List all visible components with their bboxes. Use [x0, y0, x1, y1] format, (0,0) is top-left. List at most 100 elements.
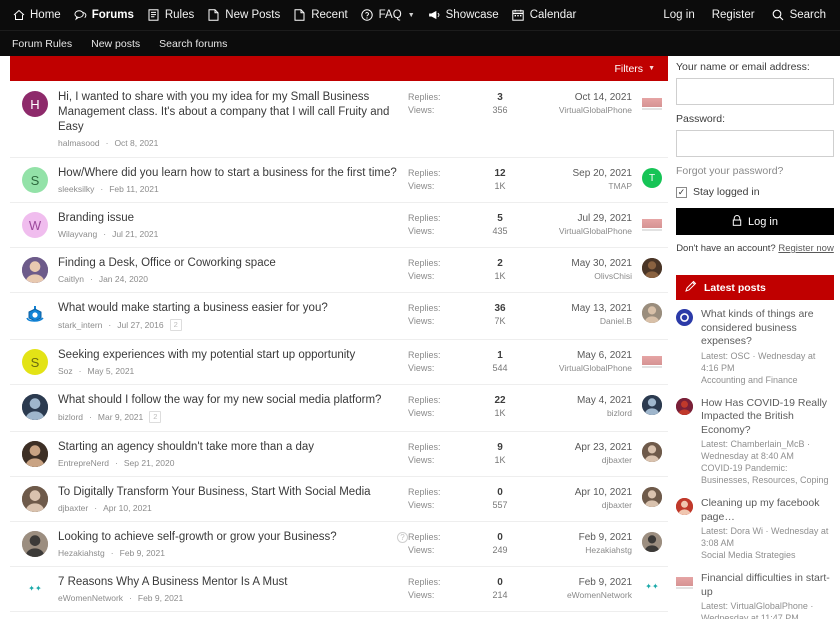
thread-author[interactable]: Soz — [58, 366, 73, 376]
thread-title[interactable]: Hi, I wanted to share with you my idea f… — [58, 90, 402, 135]
last-post-user[interactable]: djbaxter — [520, 454, 632, 466]
list-item[interactable]: How Has COVID-19 Really Impacted the Bri… — [676, 397, 834, 487]
nav-register-button[interactable]: Register — [712, 9, 755, 21]
thread-author[interactable]: stark_intern — [58, 320, 102, 330]
thread-title[interactable]: Finding a Desk, Office or Coworking spac… — [58, 256, 402, 271]
thread-title[interactable]: What should I follow the way for my new … — [58, 393, 402, 408]
last-post-user[interactable]: djbaxter — [520, 499, 632, 511]
last-post-user[interactable]: VirtualGlobalPhone — [520, 362, 632, 374]
login-button[interactable]: Log in — [676, 208, 834, 235]
last-post-user[interactable]: OlivsChisi — [520, 270, 632, 282]
nav-item-recent[interactable]: Recent — [293, 9, 348, 22]
thread-title[interactable]: What would make starting a business easi… — [58, 301, 402, 316]
nav-item-faq[interactable]: FAQ ▼ — [361, 9, 415, 22]
thread-author[interactable]: eWomenNetwork — [58, 593, 123, 603]
last-poster-avatar[interactable] — [642, 395, 662, 415]
thread-author-avatar[interactable] — [22, 302, 48, 328]
subnav-item-new-posts[interactable]: New posts — [91, 38, 140, 50]
table-row[interactable]: Finding a Desk, Office or Coworking spac… — [10, 248, 668, 293]
latest-post-avatar[interactable] — [676, 397, 693, 415]
thread-author-avatar[interactable] — [22, 486, 48, 512]
nav-log-in-button[interactable]: Log in — [663, 9, 694, 21]
table-row[interactable]: Looking to achieve self-growth or grow y… — [10, 522, 668, 567]
stay-logged-in-checkbox[interactable]: ✓ — [676, 186, 687, 198]
last-poster-avatar[interactable] — [642, 350, 662, 370]
last-post-date[interactable]: Jul 29, 2021 — [520, 212, 633, 225]
last-post-date[interactable]: Apr 10, 2021 — [520, 486, 632, 499]
thread-author-avatar[interactable]: S — [22, 349, 48, 375]
last-poster-avatar[interactable] — [642, 487, 662, 507]
last-post-user[interactable]: Daniel.B — [520, 315, 632, 327]
table-row[interactable]: Starting an agency shouldn't take more t… — [10, 432, 668, 477]
thread-author[interactable]: EntrepreNerd — [58, 458, 109, 468]
list-item[interactable]: Financial difficulties in start-up Latest… — [676, 572, 834, 619]
username-input[interactable] — [676, 78, 834, 105]
thread-title[interactable]: How/Where did you learn how to start a b… — [58, 166, 402, 181]
last-post-user[interactable]: TMAP — [520, 180, 632, 192]
register-now-link[interactable]: Register now — [778, 243, 833, 254]
nav-item-showcase[interactable]: Showcase — [428, 9, 499, 22]
table-row[interactable]: H Hi, I wanted to share with you my idea … — [10, 81, 668, 158]
last-post-user[interactable]: Hezakiahstg — [520, 544, 632, 556]
page-badge[interactable]: 2 — [149, 411, 162, 423]
last-post-user[interactable]: VirtualGlobalPhone — [520, 225, 632, 237]
latest-post-title[interactable]: How Has COVID-19 Really Impacted the Bri… — [701, 397, 834, 438]
nav-item-forums[interactable]: Forums — [74, 9, 134, 22]
last-post-date[interactable]: May 30, 2021 — [520, 257, 632, 270]
last-post-date[interactable]: Oct 14, 2021 — [520, 91, 632, 104]
thread-author[interactable]: Wilayvang — [58, 229, 97, 239]
nav-item-rules[interactable]: Rules — [147, 9, 194, 22]
last-post-date[interactable]: Feb 9, 2021 — [520, 576, 632, 589]
last-post-user[interactable]: eWomenNetwork — [520, 589, 632, 601]
subnav-item-search-forums[interactable]: Search forums — [159, 38, 227, 50]
last-post-user[interactable]: bizlord — [520, 407, 632, 419]
latest-post-title[interactable]: Cleaning up my facebook page… — [701, 497, 834, 524]
table-row[interactable]: W Branding issue Wilayvang · Jul 21, 2021 Rep… — [10, 203, 668, 248]
thread-author[interactable]: sleeksilky — [58, 184, 94, 194]
thread-author-avatar[interactable]: S — [22, 167, 48, 193]
latest-post-avatar[interactable] — [676, 573, 693, 590]
nav-search-button[interactable]: Search — [772, 9, 826, 22]
thread-author-avatar[interactable]: W — [22, 212, 48, 238]
thread-author[interactable]: bizlord — [58, 412, 83, 422]
thread-title[interactable]: Branding issue — [58, 211, 402, 226]
last-poster-avatar[interactable] — [642, 303, 662, 323]
latest-post-avatar[interactable] — [676, 498, 693, 515]
thread-title[interactable]: Seeking experiences with my potential st… — [58, 348, 402, 363]
thread-author-avatar[interactable] — [22, 531, 48, 557]
table-row[interactable]: Should you Involve Customers in the Star… — [10, 612, 668, 619]
table-row[interactable]: S How/Where did you learn how to start a … — [10, 158, 668, 203]
list-item[interactable]: What kinds of things are considered busi… — [676, 308, 834, 386]
last-post-date[interactable]: Apr 23, 2021 — [520, 441, 632, 454]
table-row[interactable]: S Seeking experiences with my potential s… — [10, 340, 668, 385]
page-badge[interactable]: 2 — [169, 319, 182, 331]
last-post-date[interactable]: Sep 20, 2021 — [520, 167, 633, 180]
list-item[interactable]: Cleaning up my facebook page… Latest: Dor… — [676, 497, 834, 561]
last-post-user[interactable]: VirtualGlobalPhone — [520, 104, 632, 116]
table-row[interactable]: What would make starting a business easi… — [10, 293, 668, 340]
last-post-date[interactable]: May 4, 2021 — [520, 394, 632, 407]
thread-author-avatar[interactable] — [22, 441, 48, 467]
thread-author[interactable]: halmasood — [58, 138, 100, 148]
latest-post-avatar[interactable] — [676, 309, 693, 326]
thread-author-avatar[interactable]: ✦✦ — [22, 576, 48, 602]
last-poster-avatar[interactable] — [642, 92, 662, 112]
filters-button[interactable]: Filters ▼ — [614, 63, 655, 75]
table-row[interactable]: ✦✦ 7 Reasons Why A Business Mentor Is A M… — [10, 567, 668, 612]
latest-post-title[interactable]: What kinds of things are considered busi… — [701, 308, 834, 349]
thread-author-avatar[interactable] — [22, 257, 48, 283]
thread-author-avatar[interactable]: H — [22, 91, 48, 117]
thread-title[interactable]: Looking to achieve self-growth or grow y… — [58, 530, 391, 545]
last-poster-avatar[interactable]: ✦✦ — [642, 577, 662, 597]
nav-item-calendar[interactable]: Calendar — [512, 9, 576, 22]
last-post-date[interactable]: Feb 9, 2021 — [520, 531, 632, 544]
thread-title[interactable]: To Digitally Transform Your Business, St… — [58, 485, 402, 500]
stay-logged-in-toggle[interactable]: ✓ Stay logged in — [676, 186, 834, 198]
latest-post-category[interactable]: Social Media Strategies — [701, 549, 834, 561]
forgot-password-link[interactable]: Forgot your password? — [676, 165, 834, 177]
table-row[interactable]: To Digitally Transform Your Business, St… — [10, 477, 668, 522]
last-poster-avatar[interactable] — [642, 442, 662, 462]
last-post-date[interactable]: May 13, 2021 — [520, 302, 632, 315]
latest-post-category[interactable]: Accounting and Finance — [701, 374, 834, 386]
nav-item-new-posts[interactable]: New Posts — [207, 9, 280, 22]
